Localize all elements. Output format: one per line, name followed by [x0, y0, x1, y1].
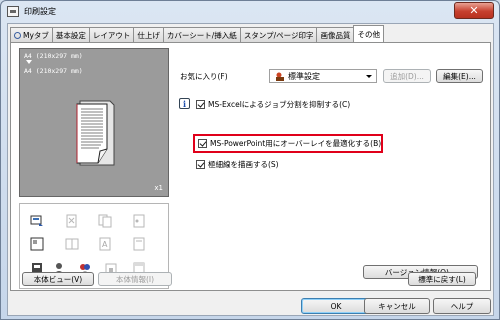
window-title: 印刷設定 — [24, 6, 56, 16]
printer-info-button[interactable]: 本体情報(I) — [98, 272, 172, 286]
tab-cover-insert[interactable]: カバーシート/挿入紙 — [162, 27, 241, 42]
info-icon: i — [179, 98, 190, 109]
paper-preview-icon — [76, 100, 115, 166]
tab-basic[interactable]: 基本設定 — [51, 27, 90, 42]
text-page-icon: A — [99, 237, 111, 251]
favorite-settings-icon — [275, 72, 285, 81]
checkbox[interactable] — [196, 100, 205, 109]
help-button[interactable]: ヘルプ — [433, 298, 491, 314]
print-settings-window: 印刷設定 ✕ Myタブ 基本設定 レイアウト 仕上げ カバーシート/挿入紙 スタ… — [0, 0, 500, 320]
magnifier-icon — [14, 31, 21, 39]
svg-text:A: A — [102, 240, 108, 249]
favorites-selected: 標準設定 — [288, 71, 320, 81]
option-label: 極細線を描画する(S) — [208, 160, 279, 169]
title-bar: 印刷設定 ✕ — [1, 1, 499, 21]
chevron-down-icon — [366, 75, 372, 78]
dialog-body: Myタブ 基本設定 レイアウト 仕上げ カバーシート/挿入紙 スタンプ/ページ印… — [7, 23, 494, 316]
tab-image-quality[interactable]: 画像品質 — [316, 27, 355, 42]
ok-button[interactable]: OK — [301, 298, 371, 314]
close-button[interactable]: ✕ — [454, 2, 494, 19]
tab-stamp-page[interactable]: スタンプ/ページ印字 — [239, 27, 318, 42]
output-size: A4 (210x297 mm) — [24, 66, 83, 75]
favorites-label: お気に入り(F) — [180, 72, 228, 81]
original-size: A4 (210x297 mm) — [24, 52, 83, 60]
tab-other[interactable]: その他 — [353, 25, 384, 42]
punch-icon — [133, 214, 145, 228]
booklet-icon — [65, 238, 79, 250]
option-excel-split[interactable]: MS-Excelによるジョブ分割を抑制する(C) — [196, 99, 350, 110]
highlight-box — [193, 134, 383, 153]
layout-icon — [30, 237, 44, 251]
copy-icon — [98, 214, 112, 228]
add-favorite-button[interactable]: 追加(D)... — [383, 69, 431, 83]
tab-bar: Myタブ 基本設定 レイアウト 仕上げ カバーシート/挿入紙 スタンプ/ページ印… — [10, 25, 384, 42]
tab-mytab[interactable]: Myタブ — [10, 27, 53, 42]
down-arrow-icon — [26, 60, 32, 64]
preview-paper-info: A4 (210x297 mm) A4 (210x297 mm) — [24, 52, 83, 75]
copy-count: x1 — [154, 184, 163, 192]
favorites-select[interactable]: 標準設定 — [269, 69, 377, 83]
tab-label: Myタブ — [23, 30, 49, 40]
edit-favorite-button[interactable]: 編集(E)... — [436, 69, 483, 83]
option-thin-lines[interactable]: 極細線を描画する(S) — [196, 159, 279, 170]
watermark-icon — [133, 237, 145, 251]
tab-finishing[interactable]: 仕上げ — [133, 27, 164, 42]
restore-default-button[interactable]: 標準に戻す(L) — [408, 272, 476, 286]
printer-dest-icon — [30, 215, 43, 226]
staple-icon — [66, 214, 77, 228]
option-label: MS-Excelによるジョブ分割を抑制する(C) — [208, 100, 351, 109]
printer-view-button-bottom[interactable]: 本体ビュー(V) — [22, 272, 94, 286]
cancel-button[interactable]: キャンセル — [364, 298, 430, 314]
tab-layout[interactable]: レイアウト — [88, 27, 135, 42]
printer-app-icon — [7, 5, 19, 17]
tab-panel-other: A4 (210x297 mm) A4 (210x297 mm) x1 A お気に… — [10, 42, 491, 291]
checkbox[interactable] — [196, 160, 205, 169]
page-preview: A4 (210x297 mm) A4 (210x297 mm) x1 — [19, 48, 169, 197]
